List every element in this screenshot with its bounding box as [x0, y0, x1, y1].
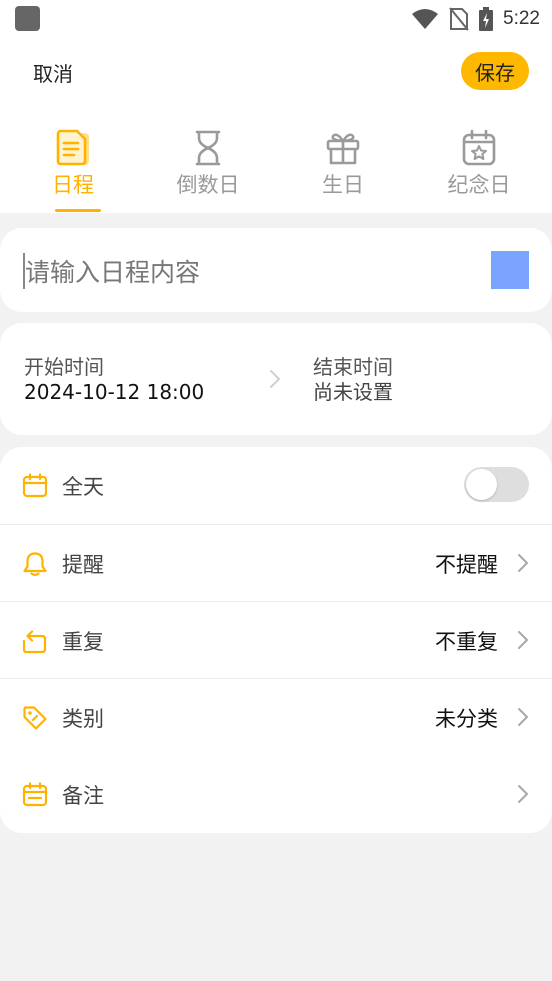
- tab-label: 倒数日: [176, 173, 240, 197]
- status-indicators: 5:22: [411, 5, 540, 33]
- note-icon: [22, 782, 48, 807]
- tab-schedule[interactable]: 日程: [5, 126, 141, 213]
- setting-row-note[interactable]: 备注: [0, 756, 552, 833]
- end-time-field[interactable]: 结束时间 尚未设置: [313, 355, 393, 405]
- tab-anniversary[interactable]: 纪念日: [411, 126, 547, 213]
- setting-label: 类别: [62, 707, 104, 731]
- settings-card: 全天 提醒 不提醒 重复 不重复 类别 未分类 备注: [0, 447, 552, 833]
- end-time-label: 结束时间: [313, 355, 393, 379]
- setting-label: 重复: [62, 630, 104, 654]
- chevron-right-icon: [270, 370, 280, 388]
- gift-icon: [326, 133, 360, 165]
- setting-label: 全天: [62, 475, 104, 499]
- cancel-button[interactable]: 取消: [33, 58, 73, 87]
- start-time-value: 2024-10-12 18:00: [24, 380, 205, 404]
- setting-value: 不提醒: [435, 553, 498, 577]
- setting-row-category[interactable]: 类别 未分类: [0, 679, 552, 756]
- toggle-knob: [466, 469, 497, 500]
- hourglass-icon: [195, 130, 221, 166]
- chevron-right-icon: [518, 631, 528, 649]
- start-time-label: 开始时间: [24, 355, 104, 379]
- chevron-right-icon: [518, 554, 528, 572]
- end-time-value: 尚未设置: [313, 380, 393, 404]
- active-tab-indicator: [55, 209, 101, 212]
- app-notification-icon: [15, 6, 40, 31]
- tab-label: 日程: [52, 173, 94, 197]
- tag-icon: [23, 706, 47, 730]
- status-time: 5:22: [503, 8, 540, 29]
- status-bar: 5:22: [0, 0, 552, 38]
- schedule-content-input[interactable]: [25, 252, 475, 292]
- no-sim-icon: [449, 7, 469, 31]
- setting-row-repeat[interactable]: 重复 不重复: [0, 602, 552, 679]
- start-time-field[interactable]: 开始时间 2024-10-12 18:00: [24, 355, 204, 405]
- setting-row-all-day: 全天: [0, 447, 552, 524]
- chevron-right-icon: [518, 785, 528, 803]
- calendar-star-icon: [462, 129, 496, 166]
- tab-birthday[interactable]: 生日: [275, 126, 411, 213]
- tab-countdown[interactable]: 倒数日: [140, 126, 276, 213]
- setting-value: 未分类: [435, 707, 498, 731]
- setting-label: 提醒: [62, 553, 104, 577]
- battery-charging-icon: [479, 7, 494, 31]
- setting-value: 不重复: [435, 630, 498, 654]
- document-icon: [56, 129, 89, 166]
- color-picker-swatch[interactable]: [491, 251, 529, 289]
- repeat-icon: [22, 630, 47, 654]
- all-day-toggle[interactable]: [464, 467, 529, 502]
- setting-row-reminder[interactable]: 提醒 不提醒: [0, 525, 552, 602]
- setting-label: 备注: [62, 784, 104, 808]
- bell-icon: [23, 552, 47, 577]
- event-type-tabs: 日程 倒数日 生日 纪念日: [0, 126, 552, 213]
- chevron-right-icon: [518, 708, 528, 726]
- save-button[interactable]: 保存: [461, 52, 529, 90]
- tab-label: 生日: [322, 173, 364, 197]
- tab-label: 纪念日: [447, 173, 511, 197]
- wifi-icon: [412, 9, 439, 29]
- calendar-icon: [22, 473, 48, 498]
